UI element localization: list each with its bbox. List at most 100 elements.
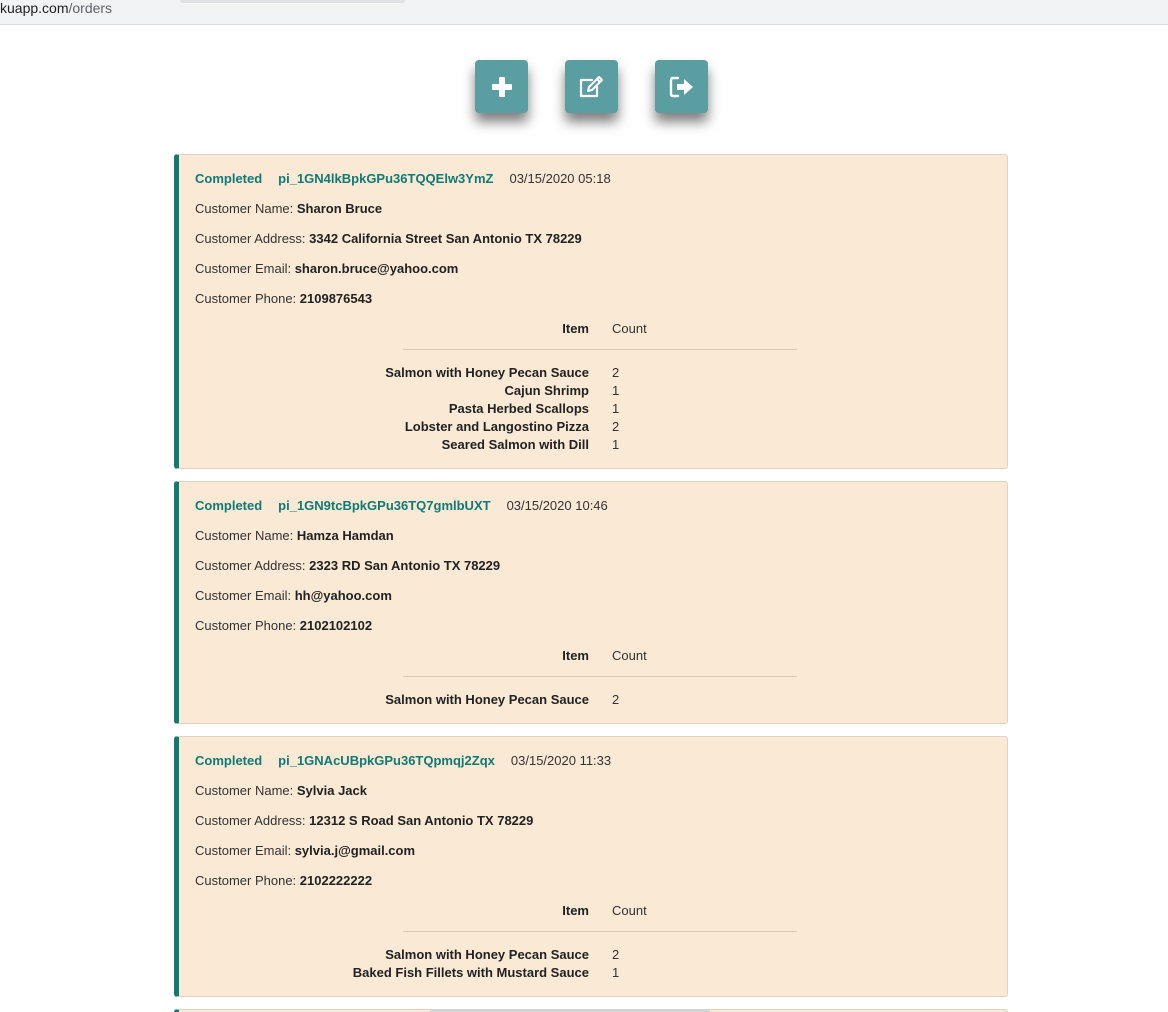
order-id-link[interactable]: pi_1GNAcUBpkGPu36TQpmqj2Zqx bbox=[278, 753, 495, 769]
plus-icon bbox=[491, 76, 512, 97]
customer-phone: 2109876543 bbox=[299, 291, 373, 306]
item-count: 2 bbox=[612, 365, 620, 380]
item-row: Baked Fish Fillets with Mustard Sauce 1 bbox=[179, 964, 1007, 982]
customer-email-row: Customer Email: sharon.bruce@yahoo.com bbox=[179, 261, 1007, 277]
customer-email-row: Customer Email: sylvia.j@gmail.com bbox=[179, 843, 1007, 859]
item-column-header: Item bbox=[562, 648, 589, 663]
order-card: Completed pi_1GN9tcBpkGPu36TQ7gmlbUXT 03/1… bbox=[174, 481, 1008, 724]
customer-name: Sharon Bruce bbox=[296, 201, 383, 216]
customer-phone-row: Customer Phone: 2102222222 bbox=[179, 873, 1007, 889]
status-badge: Completed bbox=[195, 171, 263, 186]
count-column-header: Count bbox=[612, 648, 647, 663]
customer-name-label: Customer Name: bbox=[195, 783, 297, 798]
item-row: Salmon with Honey Pecan Sauce 2 bbox=[179, 691, 1007, 709]
customer-name-row: Customer Name: Hamza Hamdan bbox=[179, 528, 1007, 544]
item-count: 1 bbox=[612, 965, 620, 980]
customer-address-row: Customer Address: 12312 S Road San Anton… bbox=[179, 813, 1007, 829]
browser-address-bar[interactable]: kuapp.com/orders bbox=[0, 0, 1168, 25]
customer-name-row: Customer Name: Sharon Bruce bbox=[179, 201, 1007, 217]
customer-address-label: Customer Address: bbox=[195, 558, 310, 573]
url-host: kuapp.com bbox=[0, 0, 69, 16]
order-header: Completed pi_1GN9tcBpkGPu36TQ7gmlbUXT 03/1… bbox=[179, 498, 1007, 514]
order-date: 03/15/2020 11:33 bbox=[510, 753, 612, 768]
order-id-link[interactable]: pi_1GN9tcBpkGPu36TQ7gmlbUXT bbox=[278, 498, 490, 514]
item-count: 1 bbox=[612, 383, 620, 398]
count-column-header: Count bbox=[612, 321, 647, 336]
items-table: Item Count Salmon with Honey Pecan Sauce… bbox=[179, 648, 1007, 709]
items-table-header: Item Count bbox=[179, 321, 1007, 337]
divider bbox=[403, 676, 797, 677]
edit-icon bbox=[579, 75, 603, 97]
edit-button[interactable] bbox=[565, 60, 618, 113]
order-card: Completed pi_1GN4lkBpkGPu36TQQElw3YmZ 03/1… bbox=[174, 154, 1008, 469]
item-row: Salmon with Honey Pecan Sauce 2 bbox=[179, 364, 1007, 382]
customer-email: sharon.bruce@yahoo.com bbox=[294, 261, 459, 276]
add-button[interactable] bbox=[475, 60, 528, 113]
customer-address-label: Customer Address: bbox=[195, 231, 310, 246]
item-column-header: Item bbox=[562, 903, 589, 918]
url-text[interactable]: kuapp.com/orders bbox=[0, 0, 112, 16]
item-count: 1 bbox=[612, 437, 620, 452]
customer-name-row: Customer Name: Sylvia Jack bbox=[179, 783, 1007, 799]
item-count: 2 bbox=[612, 692, 620, 707]
item-name: Seared Salmon with Dill bbox=[441, 437, 589, 452]
order-header: Completed pi_1GNAcUBpkGPu36TQpmqj2Zqx 03/1… bbox=[179, 753, 1007, 769]
customer-address: 12312 S Road San Antonio TX 78229 bbox=[309, 813, 534, 828]
order-date: 03/15/2020 05:18 bbox=[509, 171, 611, 186]
customer-name: Sylvia Jack bbox=[296, 783, 367, 798]
item-count: 1 bbox=[612, 401, 620, 416]
customer-address: 3342 California Street San Antonio TX 78… bbox=[309, 231, 582, 246]
item-row: Cajun Shrimp 1 bbox=[179, 382, 1007, 400]
customer-address-row: Customer Address: 3342 California Street… bbox=[179, 231, 1007, 247]
customer-email: sylvia.j@gmail.com bbox=[294, 843, 416, 858]
item-row: Lobster and Langostino Pizza 2 bbox=[179, 418, 1007, 436]
items-table: Item Count Salmon with Honey Pecan Sauce… bbox=[179, 903, 1007, 982]
customer-phone-label: Customer Phone: bbox=[195, 873, 300, 888]
item-count: 2 bbox=[612, 947, 620, 962]
customer-address: 2323 RD San Antonio TX 78229 bbox=[309, 558, 501, 573]
item-name: Baked Fish Fillets with Mustard Sauce bbox=[352, 965, 589, 980]
item-row: Pasta Herbed Scallops 1 bbox=[179, 400, 1007, 418]
item-count: 2 bbox=[612, 419, 620, 434]
customer-email-label: Customer Email: bbox=[195, 261, 295, 276]
customer-address-row: Customer Address: 2323 RD San Antonio TX… bbox=[179, 558, 1007, 574]
count-column-header: Count bbox=[612, 903, 647, 918]
divider bbox=[403, 931, 797, 932]
customer-phone-row: Customer Phone: 2102102102 bbox=[179, 618, 1007, 634]
customer-email-label: Customer Email: bbox=[195, 588, 295, 603]
customer-name-label: Customer Name: bbox=[195, 201, 297, 216]
customer-email-row: Customer Email: hh@yahoo.com bbox=[179, 588, 1007, 604]
action-toolbar bbox=[0, 60, 1168, 120]
status-badge: Completed bbox=[195, 498, 263, 513]
item-column-header: Item bbox=[562, 321, 589, 336]
item-name: Pasta Herbed Scallops bbox=[448, 401, 589, 416]
order-header: Completed pi_1GN4lkBpkGPu36TQQElw3YmZ 03/1… bbox=[179, 171, 1007, 187]
item-row: Salmon with Honey Pecan Sauce 2 bbox=[179, 946, 1007, 964]
customer-email: hh@yahoo.com bbox=[294, 588, 392, 603]
customer-phone: 2102222222 bbox=[299, 873, 373, 888]
items-table-header: Item Count bbox=[179, 648, 1007, 664]
customer-phone-row: Customer Phone: 2109876543 bbox=[179, 291, 1007, 307]
item-name: Lobster and Langostino Pizza bbox=[404, 419, 589, 434]
customer-name-label: Customer Name: bbox=[195, 528, 297, 543]
order-id-link[interactable]: pi_1GN4lkBpkGPu36TQQElw3YmZ bbox=[278, 171, 493, 187]
url-path: /orders bbox=[68, 0, 113, 16]
status-badge: Completed bbox=[195, 753, 263, 768]
customer-email-label: Customer Email: bbox=[195, 843, 295, 858]
customer-phone-label: Customer Phone: bbox=[195, 291, 300, 306]
customer-name: Hamza Hamdan bbox=[296, 528, 394, 543]
tab-strip-edge bbox=[180, 0, 405, 3]
orders-list: Completed pi_1GN4lkBpkGPu36TQQElw3YmZ 03/1… bbox=[174, 154, 1008, 1012]
sign-out-icon bbox=[669, 76, 693, 97]
item-name: Salmon with Honey Pecan Sauce bbox=[385, 365, 589, 380]
item-name: Salmon with Honey Pecan Sauce bbox=[385, 692, 589, 707]
order-card: Completed pi_1GNAcUBpkGPu36TQpmqj2Zqx 03/1… bbox=[174, 736, 1008, 997]
item-row: Seared Salmon with Dill 1 bbox=[179, 436, 1007, 454]
customer-phone-label: Customer Phone: bbox=[195, 618, 300, 633]
customer-phone: 2102102102 bbox=[299, 618, 373, 633]
item-name: Salmon with Honey Pecan Sauce bbox=[385, 947, 589, 962]
items-table-header: Item Count bbox=[179, 903, 1007, 919]
item-name: Cajun Shrimp bbox=[504, 383, 589, 398]
items-table: Item Count Salmon with Honey Pecan Sauce… bbox=[179, 321, 1007, 454]
logout-button[interactable] bbox=[655, 60, 708, 113]
